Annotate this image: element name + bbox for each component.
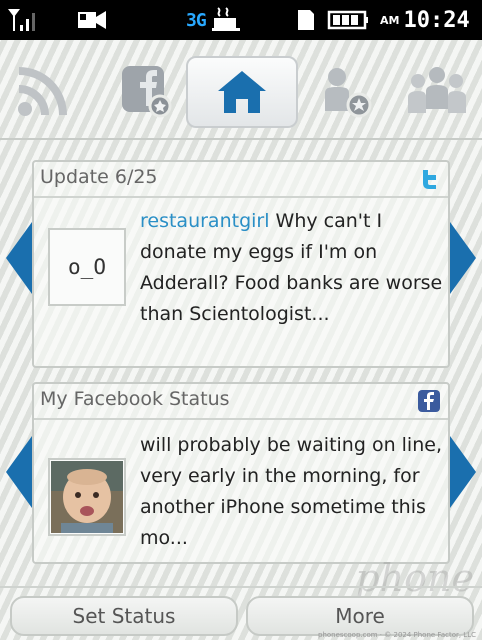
time-label: 10:24 [403,7,470,33]
tab-divider [0,138,482,140]
rss-icon [18,67,67,116]
set-status-button[interactable]: Set Status [10,596,238,636]
next-status-arrow[interactable] [448,432,478,512]
watermark-line1: phone [355,556,474,600]
clock: AM 10:24 [380,0,470,40]
baby-photo [51,461,123,533]
sd-card-icon [296,0,316,40]
facebook-icon [122,66,172,118]
avatar: o_O [48,228,126,306]
card-title: Update 6/25 [40,166,158,188]
tab-bar [0,40,482,138]
myspace-icon [325,68,372,118]
previous-status-arrow[interactable] [4,432,34,512]
chevron-right-icon [450,222,476,294]
network-3g-indicator: 3G [186,0,244,40]
username-link[interactable]: restaurantgirl [140,210,270,232]
battery-icon [326,0,370,40]
avatar-emoticon: o_O [68,255,106,279]
tab-rss[interactable] [8,56,78,126]
data-transfer-icon [211,7,240,31]
photo-credit: phonescoop.com · © 2024 Phone Factor, LL… [318,631,476,639]
facebook-badge-icon [418,390,440,412]
more-button[interactable]: More [246,596,474,636]
tab-facebook[interactable] [110,56,180,126]
twitter-icon [418,168,440,190]
status-bar: 3G AM 10:24 [0,0,482,40]
facebook-status-card[interactable]: My Facebook Status will probably be wait… [32,382,450,564]
people-icon [408,67,466,113]
tab-home[interactable] [186,56,298,128]
card-header: My Facebook Status [34,384,448,420]
video-camera-icon [76,0,110,40]
card-header: Update 6/25 [34,162,448,198]
chevron-left-icon [6,436,32,508]
tab-groups[interactable] [402,56,472,126]
network-label: 3G [186,9,207,31]
twitter-update-card[interactable]: Update 6/25 o_O restaurantgirl Why can't… [32,160,450,368]
signal-strength-icon [6,0,42,40]
status-text: will probably be waiting on line, very e… [140,434,442,549]
avatar-photo [48,458,126,536]
home-icon [218,71,266,113]
tab-myspace[interactable] [314,56,384,126]
card-title: My Facebook Status [40,388,230,410]
next-update-arrow[interactable] [448,218,478,298]
chevron-left-icon [6,222,32,294]
am-pm-label: AM [380,13,400,27]
bottom-divider [0,586,482,588]
update-text: restaurantgirl Why can't I donate my egg… [140,206,450,330]
chevron-right-icon [450,436,476,508]
previous-update-arrow[interactable] [4,218,34,298]
